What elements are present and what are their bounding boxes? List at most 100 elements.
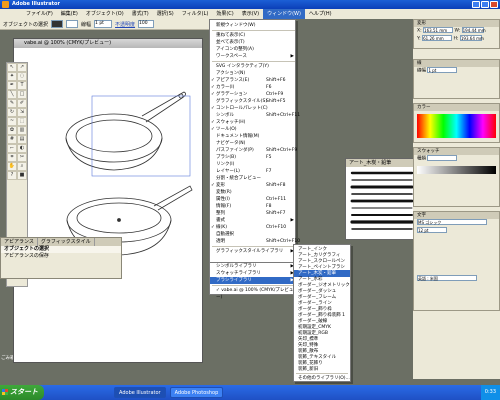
menu-item-graphic-style-libraries[interactable]: グラフィックスタイルライブラリ▶: [210, 248, 297, 255]
fill-stroke-icon[interactable]: ■: [17, 171, 27, 180]
language-select[interactable]: 英語 : 米国: [417, 275, 477, 281]
menu-item-swatches[interactable]: ✓ スウォッチ(H): [210, 119, 297, 126]
gradient-tool-icon[interactable]: ▤: [17, 135, 27, 144]
y-field[interactable]: 61.26 mm: [422, 35, 453, 41]
menu-object[interactable]: オブジェクト(O): [82, 9, 128, 19]
opacity-link[interactable]: 不透明度: [115, 21, 135, 28]
menu-item-gradient[interactable]: ✓ グラデーション Ctrl+F9: [210, 91, 297, 98]
eyedropper-tool-icon[interactable]: ⌐: [7, 144, 17, 153]
menu-edit[interactable]: 編集(E): [57, 9, 82, 19]
lasso-tool-icon[interactable]: ◌: [17, 72, 27, 81]
menu-item-brush-libraries[interactable]: ブラシライブラリ▶: [210, 277, 297, 284]
menu-item-info[interactable]: 情報(F) F8: [210, 203, 297, 210]
paintbrush-tool-icon[interactable]: ✎: [7, 99, 17, 108]
menu-item-tools[interactable]: ✓ ツール(O): [210, 126, 297, 133]
menu-type[interactable]: 書式(T): [128, 9, 153, 19]
zoom-tool-icon[interactable]: ⌕: [17, 162, 27, 171]
font-size-field[interactable]: 12 pt: [417, 227, 447, 233]
submenu-decorative-new-old[interactable]: 装飾_新旧: [294, 366, 350, 373]
menu-item-type[interactable]: 書式 ▶: [210, 217, 297, 224]
menu-item-workspace[interactable]: ワークスペース ▶: [210, 53, 297, 60]
minimize-button[interactable]: [472, 1, 480, 8]
graph-tool-icon[interactable]: ▥: [17, 126, 27, 135]
menu-item-swatch-libraries[interactable]: スウォッチライブラリ▶: [210, 270, 297, 277]
menu-item-attributes[interactable]: 属性(I) Ctrl+F11: [210, 196, 297, 203]
menu-item-variables[interactable]: 変数(R): [210, 189, 297, 196]
menu-item-pathfinder[interactable]: パスファインダ(P) Shift+Ctrl+F9: [210, 147, 297, 154]
gradient-type-select[interactable]: [427, 155, 458, 161]
rotate-tool-icon[interactable]: ↻: [7, 108, 17, 117]
menu-item-tile[interactable]: 並べて表示(T): [210, 39, 297, 46]
menu-item-navigator[interactable]: ナビゲータ(N): [210, 140, 297, 147]
brush-strokes[interactable]: [346, 167, 419, 239]
menu-item-layers[interactable]: レイヤー(L) F7: [210, 168, 297, 175]
menu-filter[interactable]: フィルタ(L): [178, 9, 213, 19]
menu-item-graphic-styles[interactable]: グラフィックスタイル(S) Shift+F5: [210, 98, 297, 105]
symbol-tool-icon[interactable]: ✿: [7, 126, 17, 135]
help-tool-icon[interactable]: ?: [7, 171, 17, 180]
menu-effect[interactable]: 効果(C): [212, 9, 237, 19]
warp-tool-icon[interactable]: ~: [7, 117, 17, 126]
scissors-tool-icon[interactable]: ✂: [17, 153, 27, 162]
slice-tool-icon[interactable]: ⌗: [7, 153, 17, 162]
menu-item-cascade[interactable]: 重ねて表示(C): [210, 32, 297, 39]
appearance-row[interactable]: アピアランスの保存: [1, 253, 121, 260]
menu-item-color[interactable]: ✓ カラー(I) F6: [210, 84, 297, 91]
menu-file[interactable]: ファイル(F): [22, 9, 57, 19]
pen-tool-icon[interactable]: ✒: [7, 81, 17, 90]
tab-graphic-styles[interactable]: グラフィックスタイル: [38, 238, 95, 246]
tab-appearance[interactable]: アピアランス: [1, 238, 38, 246]
menu-item-flatten-preview[interactable]: 分割・統合プレビュー: [210, 175, 297, 182]
menu-item-brushes[interactable]: ブラシ(B) F5: [210, 154, 297, 161]
selection-tool-icon[interactable]: ↖: [7, 63, 17, 72]
menu-item-symbols[interactable]: シンボル Shift+Ctrl+F11: [210, 112, 300, 119]
magic-wand-tool-icon[interactable]: ✦: [7, 72, 17, 81]
opacity-field[interactable]: 100: [138, 20, 155, 28]
blend-tool-icon[interactable]: ◐: [17, 144, 27, 153]
type-tool-icon[interactable]: T: [17, 81, 27, 90]
free-transform-tool-icon[interactable]: ⬚: [17, 117, 27, 126]
direct-selection-tool-icon[interactable]: ↗: [17, 63, 27, 72]
menu-item-actions[interactable]: アクション(N): [210, 70, 297, 77]
artboard-canvas[interactable]: [14, 48, 202, 362]
scale-tool-icon[interactable]: ⇲: [17, 108, 27, 117]
menu-item-transparency[interactable]: 透明 Shift+Ctrl+F10: [210, 238, 300, 245]
start-button[interactable]: スタート: [0, 385, 44, 400]
close-button[interactable]: [490, 1, 498, 8]
maximize-button[interactable]: [481, 1, 489, 8]
menu-item-appearance[interactable]: ✓ アピアランス(E) Shift+F6: [210, 77, 297, 84]
menu-item-magic-wand[interactable]: 自動選択: [210, 231, 297, 238]
taskbar-item-photoshop[interactable]: Adobe Photoshop: [169, 387, 224, 398]
stroke-swatch[interactable]: [66, 20, 79, 28]
mesh-tool-icon[interactable]: #: [7, 135, 17, 144]
w-field[interactable]: 194.44 mm: [461, 27, 486, 33]
menu-item-arrange-icons[interactable]: アイコンの整列(A): [210, 46, 297, 53]
font-family-select[interactable]: MS ゴシック: [417, 219, 487, 225]
line-tool-icon[interactable]: ╲: [7, 90, 17, 99]
menu-item-svg-interactivity[interactable]: SVG インタラクティブ(Y): [210, 63, 297, 70]
h-field[interactable]: 193.64 mm: [459, 35, 484, 41]
menu-view[interactable]: 表示(V): [238, 9, 263, 19]
menu-item-stroke[interactable]: ✓ 線(K) Ctrl+F10: [210, 224, 297, 231]
menu-item-control-palette[interactable]: ✓ コントロールパレット(C): [210, 105, 297, 112]
menu-select[interactable]: 選択(S): [153, 9, 178, 19]
hand-tool-icon[interactable]: ✋: [7, 162, 17, 171]
pencil-tool-icon[interactable]: ✐: [17, 99, 27, 108]
menu-window[interactable]: ウィンドウ(W): [263, 9, 305, 19]
color-spectrum[interactable]: [417, 114, 496, 138]
taskbar-item-illustrator[interactable]: Adobe Illustrator: [114, 387, 166, 398]
menu-item-open-document[interactable]: ✓ vabe.ai @ 100% (CMYK/プレビュー): [210, 287, 297, 300]
menu-item-document-info[interactable]: ドキュメント情報(M): [210, 133, 297, 140]
submenu-other-library[interactable]: その他のライブラリ(O)...: [294, 375, 350, 382]
x-field[interactable]: 163.51 mm: [423, 27, 454, 33]
fill-swatch[interactable]: [51, 20, 64, 28]
stroke-weight-field[interactable]: 1 pt: [94, 20, 113, 28]
rectangle-tool-icon[interactable]: □: [17, 90, 27, 99]
menu-help[interactable]: ヘルプ(H): [305, 9, 336, 19]
menu-item-transform[interactable]: ✓ 変形 Shift+F8: [210, 182, 297, 189]
menu-item-new-window[interactable]: 新規ウィンドウ(W): [210, 22, 297, 29]
gradient-slider[interactable]: [417, 166, 496, 174]
menu-item-symbol-libraries[interactable]: シンボルライブラリ▶: [210, 263, 297, 270]
menu-item-links[interactable]: リンク(I): [210, 161, 297, 168]
stroke-weight-input[interactable]: 1 pt: [427, 67, 458, 73]
